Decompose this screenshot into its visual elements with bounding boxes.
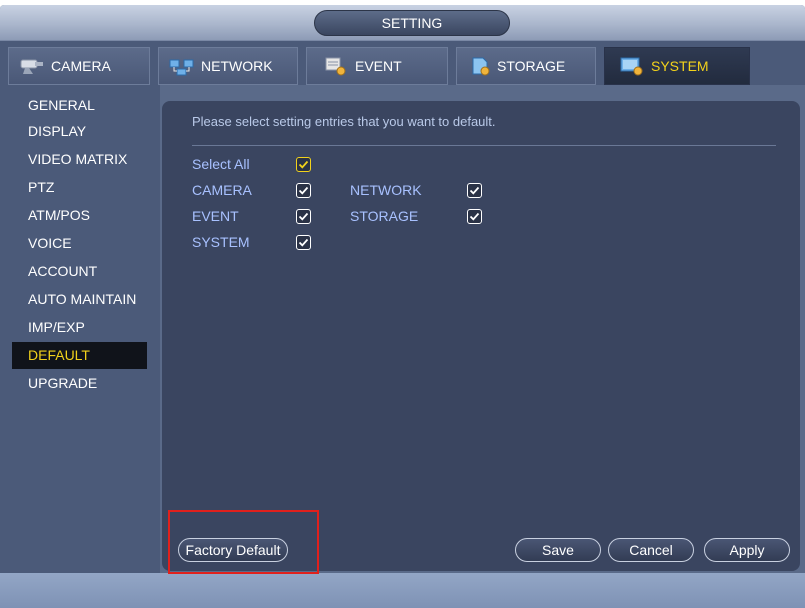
sidebar-item-general[interactable]: GENERAL [12,93,147,117]
sidebar-item-atm-pos[interactable]: ATM/POS [12,202,147,229]
sidebar: GENERAL DISPLAY VIDEO MATRIX PTZ ATM/POS… [0,85,160,573]
check-icon [298,238,309,247]
option-event-checkbox[interactable] [296,209,311,224]
tab-network[interactable]: NETWORK [158,47,298,85]
check-icon [298,186,309,195]
tab-label: SYSTEM [651,58,709,74]
option-network-label: NETWORK [350,182,422,198]
tab-label: STORAGE [497,58,566,74]
option-network-checkbox[interactable] [467,183,482,198]
option-system-label: SYSTEM [192,234,250,250]
setting-window: SETTING CAMERA NETWORK EVENT STORAGE SYS… [0,5,805,608]
check-icon [469,212,480,221]
tab-label: EVENT [355,58,402,74]
apply-button[interactable]: Apply [704,538,790,562]
sidebar-item-account[interactable]: ACCOUNT [12,258,147,285]
option-storage-label: STORAGE [350,208,419,224]
default-settings-panel: Please select setting entries that you w… [162,101,800,571]
system-icon [619,56,645,76]
title-bar: SETTING [0,5,805,40]
sidebar-item-video-matrix[interactable]: VIDEO MATRIX [12,146,147,173]
cancel-button[interactable]: Cancel [608,538,694,562]
instruction-text: Please select setting entries that you w… [192,114,496,129]
event-icon [323,56,349,76]
select-all-label: Select All [192,156,250,172]
tab-label: CAMERA [51,58,111,74]
sidebar-item-imp-exp[interactable]: IMP/EXP [12,314,147,341]
option-camera-checkbox[interactable] [296,183,311,198]
tab-label: NETWORK [201,58,273,74]
tab-system[interactable]: SYSTEM [604,47,750,85]
option-storage-checkbox[interactable] [467,209,482,224]
tab-camera[interactable]: CAMERA [8,47,150,85]
save-button[interactable]: Save [515,538,601,562]
option-camera-label: CAMERA [192,182,252,198]
camera-icon [19,56,45,76]
tab-storage[interactable]: STORAGE [456,47,596,85]
storage-icon [469,56,495,76]
check-icon [298,212,309,221]
sidebar-item-default[interactable]: DEFAULT [12,342,147,369]
sidebar-item-upgrade[interactable]: UPGRADE [12,370,147,397]
factory-default-highlight [168,510,319,574]
select-all-checkbox[interactable] [296,157,311,172]
option-system-checkbox[interactable] [296,235,311,250]
network-icon [169,56,195,76]
check-icon [469,186,480,195]
tab-event[interactable]: EVENT [306,47,448,85]
sidebar-item-auto-maintain[interactable]: AUTO MAINTAIN [12,286,147,313]
sidebar-item-voice[interactable]: VOICE [12,230,147,257]
tab-bar: CAMERA NETWORK EVENT STORAGE SYSTEM [0,40,805,85]
check-icon [298,160,309,169]
sidebar-item-display[interactable]: DISPLAY [12,118,147,145]
window-title: SETTING [314,10,510,36]
status-bar [0,573,805,608]
sidebar-item-ptz[interactable]: PTZ [12,174,147,201]
divider [192,145,776,146]
option-event-label: EVENT [192,208,239,224]
